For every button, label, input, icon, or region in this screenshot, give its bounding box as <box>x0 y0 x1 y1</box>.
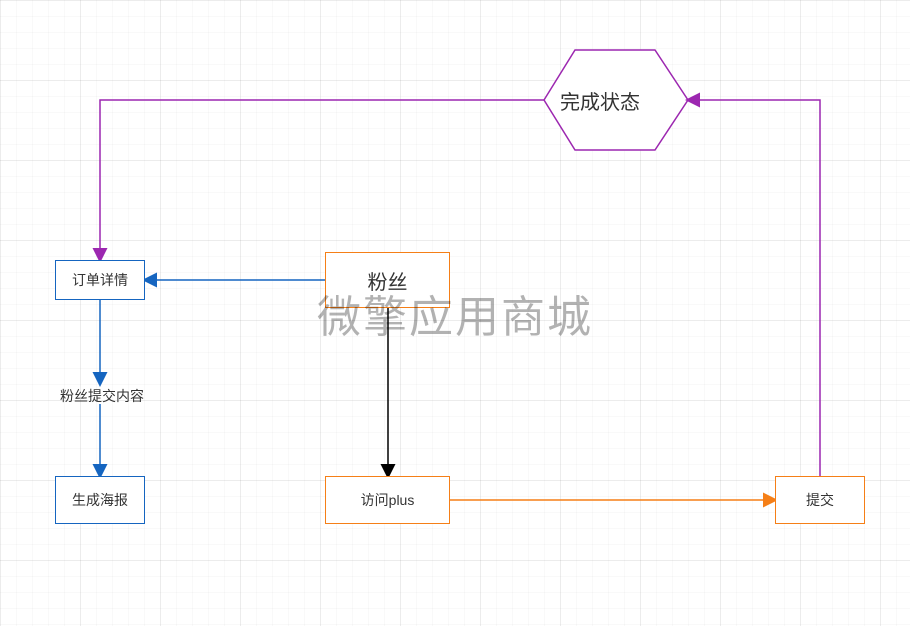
node-order-details-label: 订单详情 <box>72 270 128 290</box>
diagram-connections-layer <box>0 0 910 626</box>
node-order-details: 订单详情 <box>55 260 145 300</box>
edge-complete-to-order <box>100 100 544 260</box>
node-generate-poster-label: 生成海报 <box>72 490 128 510</box>
node-fans-submit-content-label: 粉丝提交内容 <box>60 386 144 406</box>
node-complete-status-label: 完成状态 <box>560 86 640 115</box>
node-visit-plus-label: 访问plus <box>361 490 415 510</box>
node-fans: 粉丝 <box>325 252 450 308</box>
edge-submit-to-complete <box>688 100 820 476</box>
node-fans-label: 粉丝 <box>368 266 408 295</box>
node-generate-poster: 生成海报 <box>55 476 145 524</box>
node-submit: 提交 <box>775 476 865 524</box>
node-visit-plus: 访问plus <box>325 476 450 524</box>
node-submit-label: 提交 <box>806 490 834 510</box>
